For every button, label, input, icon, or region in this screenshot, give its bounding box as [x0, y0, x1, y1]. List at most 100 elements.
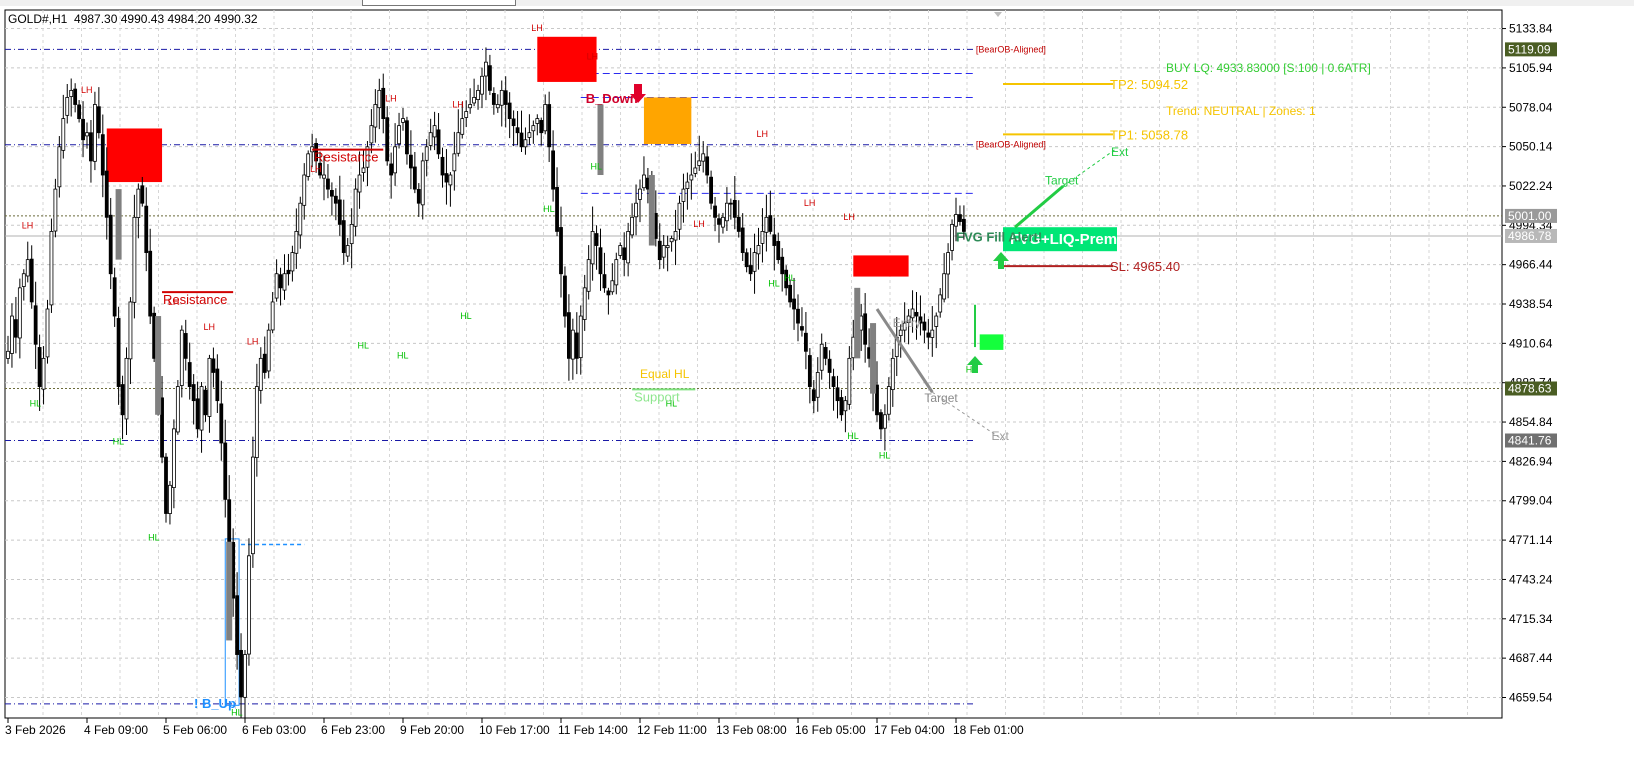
- time-tick-label: 3 Feb 2026: [5, 723, 66, 737]
- lh-marker: LH: [22, 221, 34, 231]
- candle: [507, 102, 512, 119]
- candle: [65, 97, 70, 116]
- candle: [622, 247, 627, 261]
- candle: [491, 93, 496, 105]
- candle: [760, 231, 765, 244]
- candle: [243, 654, 247, 698]
- candle: [638, 188, 642, 200]
- price-tag-label: 5119.09: [1508, 42, 1551, 56]
- candle: [634, 202, 638, 218]
- candle: [112, 277, 117, 317]
- candle: [211, 358, 216, 373]
- candle: [219, 403, 224, 444]
- price-tick-label: 4771.14: [1509, 533, 1553, 547]
- time-tick-label: 18 Feb 01:00: [953, 723, 1024, 737]
- candle: [950, 223, 954, 251]
- candle: [764, 216, 769, 233]
- candle: [195, 398, 200, 430]
- impulse-bar: [870, 323, 877, 394]
- candle: [736, 216, 741, 232]
- candle: [586, 259, 591, 292]
- candle: [827, 358, 832, 373]
- candle: [203, 389, 208, 416]
- candle: [17, 287, 22, 339]
- candle: [555, 187, 559, 232]
- candle: [286, 269, 291, 275]
- candle: [85, 132, 89, 137]
- lh-marker: LH: [693, 219, 705, 229]
- candle: [262, 353, 267, 373]
- candle: [756, 245, 761, 255]
- candle: [53, 188, 58, 232]
- candle: [642, 174, 646, 189]
- candle: [148, 250, 153, 317]
- candle: [96, 106, 101, 134]
- candle: [357, 174, 362, 193]
- price-tick-label: 4826.94: [1509, 454, 1553, 468]
- candle: [673, 231, 678, 241]
- candle: [337, 199, 342, 225]
- lh-marker: LH: [843, 212, 855, 222]
- candle: [792, 298, 796, 310]
- time-tick-label: 6 Feb 03:00: [242, 723, 306, 737]
- candle: [630, 216, 634, 236]
- candle: [278, 274, 283, 289]
- candle: [353, 188, 358, 227]
- candle: [250, 456, 255, 555]
- candle: [187, 362, 192, 387]
- candle: [495, 104, 500, 109]
- price-chart[interactable]: [BearOB-Aligned][BearOB-Aligned] FVG+LIQ…: [0, 0, 1634, 783]
- candle: [531, 125, 536, 132]
- time-tick-label: 11 Feb 14:00: [558, 723, 628, 737]
- hl-marker: HL: [784, 273, 796, 283]
- target-label: Target: [924, 391, 958, 405]
- candle: [563, 275, 567, 317]
- candle: [282, 273, 287, 291]
- candle: [614, 259, 619, 286]
- candle: [302, 174, 307, 206]
- candle: [547, 104, 552, 148]
- candle: [476, 89, 480, 100]
- candle: [472, 97, 477, 104]
- candle: [776, 241, 781, 261]
- candle: [369, 125, 374, 144]
- candle: [879, 412, 883, 430]
- lh-marker: LH: [81, 85, 93, 95]
- candle: [958, 214, 962, 222]
- candle: [448, 174, 453, 186]
- candle: [428, 132, 433, 146]
- candle: [432, 125, 437, 138]
- candle: [33, 305, 38, 345]
- candle: [626, 231, 631, 264]
- candle: [728, 202, 733, 205]
- candle: [57, 146, 62, 188]
- price-tick-label: 4966.44: [1509, 258, 1553, 272]
- candle: [574, 332, 579, 359]
- hl-marker: HL: [397, 350, 409, 360]
- candle: [207, 357, 212, 417]
- resistance-label: Resistance: [314, 150, 378, 165]
- candle: [515, 127, 520, 134]
- target-label: Target: [1045, 173, 1079, 187]
- candle: [721, 216, 725, 228]
- candle: [823, 347, 828, 359]
- price-tick-label: 5022.24: [1509, 179, 1553, 193]
- candle: [298, 202, 303, 236]
- candle: [171, 428, 176, 488]
- candle: [266, 329, 271, 372]
- candle: [322, 174, 326, 179]
- candle: [843, 400, 848, 412]
- time-tick-label: 6 Feb 23:00: [321, 723, 385, 737]
- price-tick-label: 5133.84: [1509, 22, 1553, 36]
- candle: [886, 386, 891, 415]
- time-tick-label: 17 Feb 04:00: [874, 723, 945, 737]
- candle: [839, 397, 844, 416]
- level-label: [BearOB-Aligned]: [976, 140, 1046, 150]
- candle: [705, 156, 710, 176]
- candle: [401, 118, 405, 123]
- price-tag-label: 4841.76: [1508, 433, 1552, 447]
- candle: [21, 273, 26, 287]
- candle: [570, 329, 575, 360]
- equal-hl-label: Equal HL: [640, 367, 690, 381]
- candle: [333, 195, 338, 204]
